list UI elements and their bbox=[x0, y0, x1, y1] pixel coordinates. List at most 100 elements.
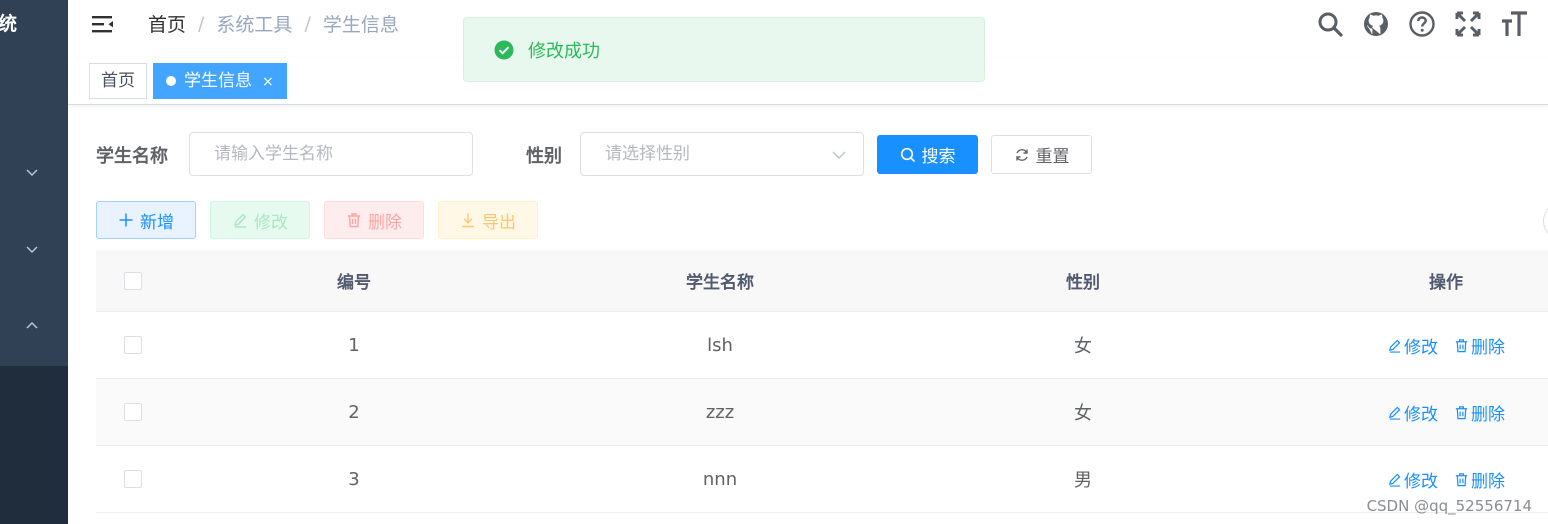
student-name-field[interactable] bbox=[189, 132, 473, 176]
cell-no: 2 bbox=[348, 401, 360, 423]
search-icon[interactable] bbox=[1316, 10, 1344, 38]
row-edit-link[interactable]: 修改 bbox=[1387, 333, 1438, 358]
table-header: 编号 学生名称 性别 操作 bbox=[96, 250, 1548, 312]
row-edit-label: 修改 bbox=[1404, 404, 1438, 425]
cell-sex: 女 bbox=[1074, 336, 1092, 357]
cell-no: 1 bbox=[348, 334, 360, 356]
breadcrumb-home[interactable]: 首页 bbox=[148, 10, 186, 37]
cell-no: 3 bbox=[348, 468, 360, 490]
edit-icon bbox=[1388, 339, 1401, 353]
row-checkbox-cell bbox=[96, 379, 170, 445]
edit-button-label: 修改 bbox=[254, 212, 288, 233]
toolbar-circle-button[interactable] bbox=[1543, 201, 1548, 241]
breadcrumb-student-info: 学生信息 bbox=[322, 14, 399, 36]
hamburger-icon[interactable] bbox=[90, 12, 116, 36]
row-edit-link[interactable]: 修改 bbox=[1387, 400, 1438, 425]
search-button[interactable]: 搜索 bbox=[877, 135, 978, 174]
plus-icon bbox=[119, 213, 133, 227]
table-row: 3 nnn 男 修改 删除 bbox=[96, 446, 1548, 513]
font-size-icon[interactable] bbox=[1500, 10, 1528, 38]
row-edit-label: 修改 bbox=[1404, 471, 1438, 492]
chevron-down-icon[interactable] bbox=[25, 165, 39, 179]
row-delete-link[interactable]: 删除 bbox=[1454, 333, 1505, 358]
add-button[interactable]: 新增 bbox=[96, 201, 196, 239]
row-checkbox[interactable] bbox=[124, 336, 142, 354]
export-button-label: 导出 bbox=[482, 212, 516, 233]
cell-actions: 修改 删除 bbox=[1264, 379, 1548, 445]
breadcrumb: 首页 / 系统工具 / 学生信息 bbox=[148, 10, 399, 37]
add-button-label: 新增 bbox=[140, 212, 174, 233]
success-message: 修改成功 bbox=[463, 17, 985, 82]
edit-icon bbox=[1388, 473, 1401, 487]
column-header-sex: 性别 bbox=[1066, 273, 1100, 293]
reset-button-label: 重置 bbox=[1035, 147, 1070, 167]
row-delete-link[interactable]: 删除 bbox=[1454, 400, 1505, 425]
trash-icon bbox=[348, 213, 360, 228]
cell-sex: 女 bbox=[1074, 403, 1092, 424]
delete-button-label: 删除 bbox=[368, 212, 402, 233]
edit-icon bbox=[234, 213, 247, 228]
row-checkbox[interactable] bbox=[124, 403, 142, 421]
chevron-up-icon[interactable] bbox=[25, 319, 39, 333]
breadcrumb-separator: / bbox=[198, 12, 205, 35]
cell-name: zzz bbox=[705, 401, 735, 423]
sidebar-logo-title: 统 bbox=[0, 13, 18, 35]
right-menu bbox=[1298, 10, 1528, 38]
row-checkbox-cell bbox=[96, 446, 170, 512]
chevron-down-icon[interactable] bbox=[25, 242, 39, 256]
header-checkbox-cell bbox=[96, 250, 170, 311]
breadcrumb-separator: / bbox=[304, 12, 311, 35]
tag-student-info[interactable]: 学生信息 × bbox=[153, 63, 287, 99]
tag-student-info-label: 学生信息 bbox=[184, 71, 252, 91]
search-button-label: 搜索 bbox=[921, 147, 956, 167]
row-edit-label: 修改 bbox=[1404, 337, 1438, 358]
sex-select[interactable] bbox=[580, 132, 864, 176]
cell-sex: 男 bbox=[1074, 470, 1092, 491]
active-dot bbox=[166, 76, 176, 86]
column-header-actions: 操作 bbox=[1429, 273, 1463, 293]
trash-icon bbox=[1455, 338, 1468, 352]
delete-button[interactable]: 删除 bbox=[324, 201, 424, 239]
export-button[interactable]: 导出 bbox=[438, 201, 538, 239]
column-header-no: 编号 bbox=[337, 273, 371, 293]
trash-icon bbox=[1455, 472, 1468, 486]
column-header-name: 学生名称 bbox=[686, 273, 754, 293]
row-delete-label: 删除 bbox=[1471, 471, 1505, 492]
refresh-icon bbox=[1015, 148, 1028, 161]
message-text: 修改成功 bbox=[528, 40, 600, 62]
sidebar-menu: 统 bbox=[0, 0, 68, 366]
student-table: 编号 学生名称 性别 操作 1 lsh 女 修改 删除 2 zzz 女 修改 删… bbox=[96, 250, 1548, 513]
select-all-checkbox[interactable] bbox=[124, 271, 142, 290]
success-check-icon bbox=[494, 40, 514, 59]
sidebar: 统 bbox=[0, 0, 68, 524]
table-row: 2 zzz 女 修改 删除 bbox=[96, 379, 1548, 446]
reset-button[interactable]: 重置 bbox=[991, 135, 1092, 174]
chevron-down-icon bbox=[832, 151, 846, 160]
tag-home[interactable]: 首页 bbox=[89, 63, 147, 99]
row-edit-link[interactable]: 修改 bbox=[1387, 467, 1438, 492]
search-icon bbox=[900, 147, 915, 162]
row-checkbox[interactable] bbox=[124, 470, 142, 488]
sex-label: 性别 bbox=[526, 146, 562, 167]
fullscreen-icon[interactable] bbox=[1454, 10, 1482, 38]
edit-button[interactable]: 修改 bbox=[210, 201, 310, 239]
edit-icon bbox=[1388, 406, 1401, 420]
tag-home-label: 首页 bbox=[101, 71, 135, 91]
cell-name: lsh bbox=[707, 334, 733, 356]
sex-select-input[interactable] bbox=[603, 143, 828, 165]
row-delete-label: 删除 bbox=[1471, 337, 1505, 358]
github-icon[interactable] bbox=[1362, 10, 1390, 38]
breadcrumb-system-tools: 系统工具 bbox=[216, 14, 293, 36]
student-name-input[interactable] bbox=[212, 143, 437, 165]
trash-icon bbox=[1455, 405, 1468, 419]
student-name-label: 学生名称 bbox=[96, 146, 168, 167]
download-icon bbox=[462, 213, 474, 228]
row-delete-link[interactable]: 删除 bbox=[1454, 467, 1505, 492]
cell-actions: 修改 删除 bbox=[1264, 312, 1548, 378]
tag-close-icon[interactable]: × bbox=[262, 74, 274, 90]
row-checkbox-cell bbox=[96, 312, 170, 378]
row-delete-label: 删除 bbox=[1471, 404, 1505, 425]
watermark: CSDN @qq_52556714 bbox=[1366, 497, 1532, 515]
question-icon[interactable] bbox=[1408, 10, 1436, 38]
cell-name: nnn bbox=[702, 468, 738, 490]
